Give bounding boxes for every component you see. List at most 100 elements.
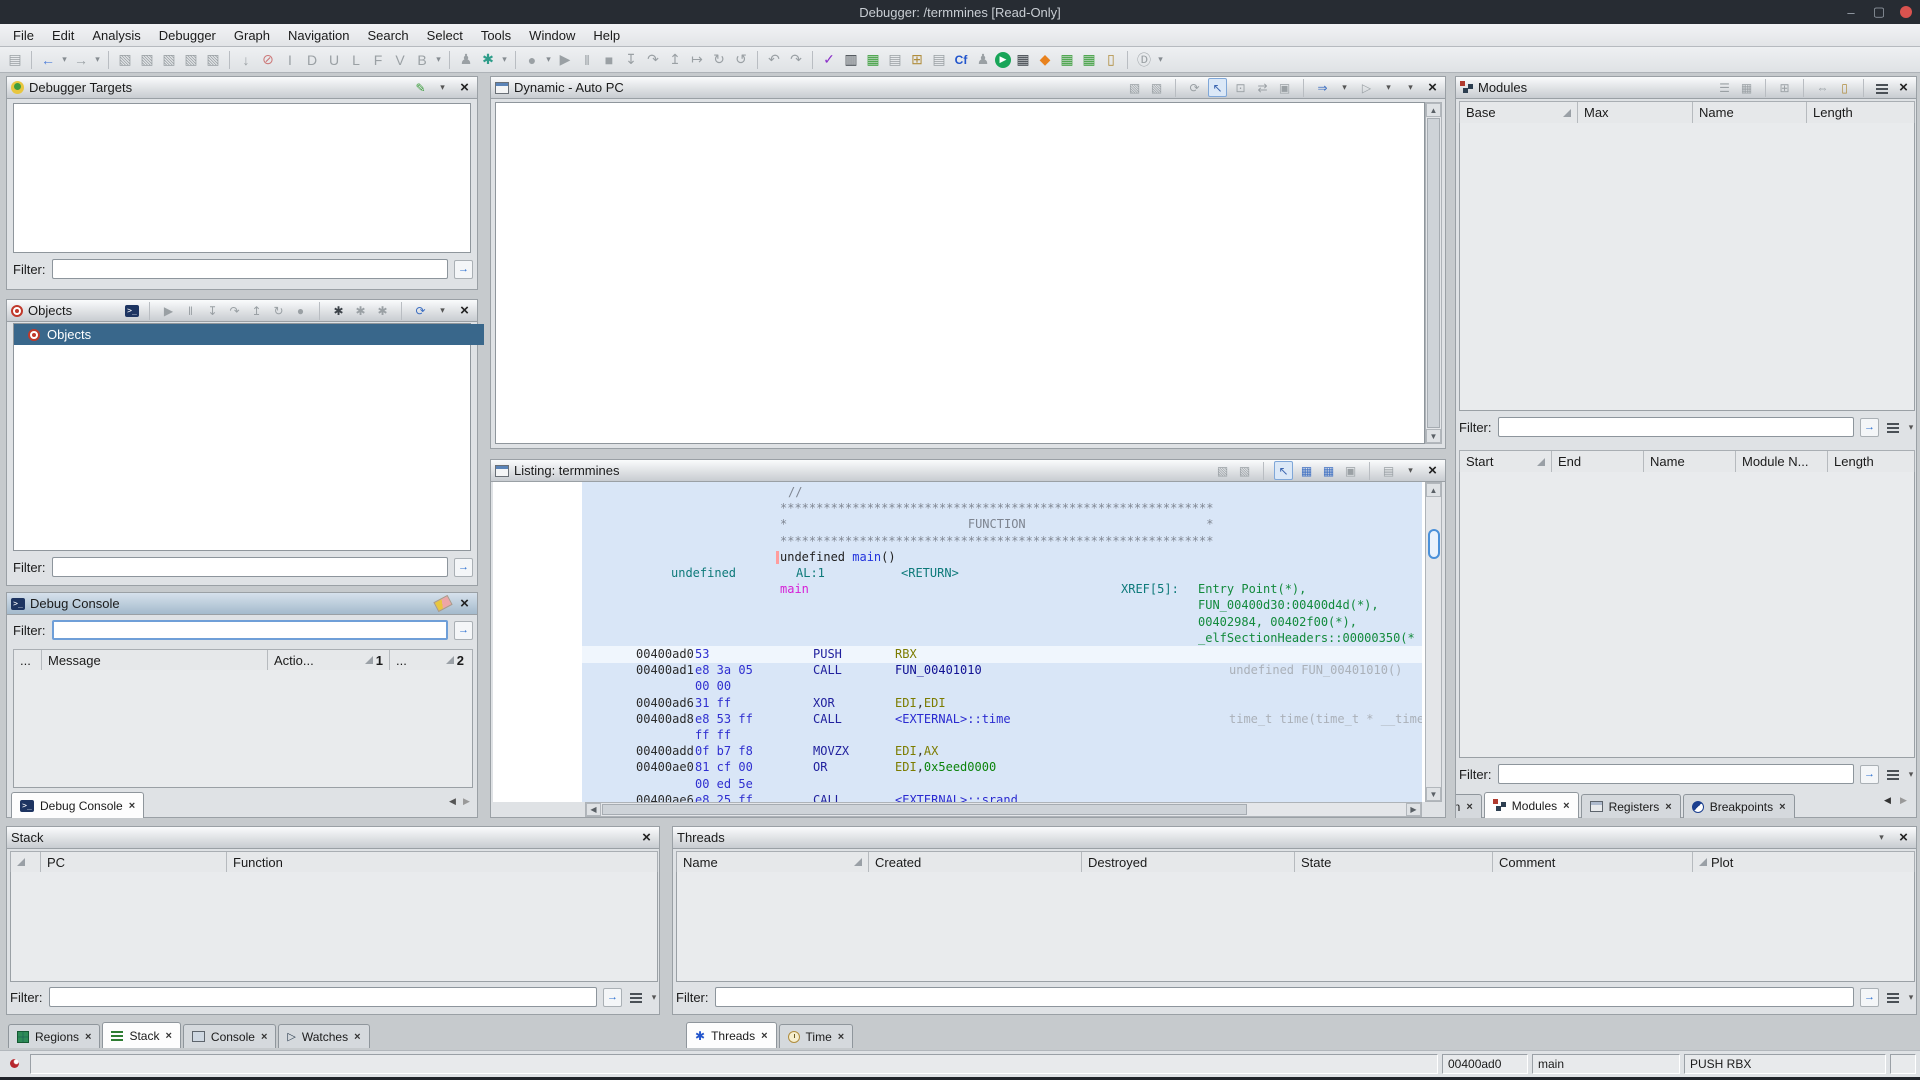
column-header-plot[interactable]: Plot	[1693, 852, 1908, 872]
tab-scroll-right-icon[interactable]: ▶	[463, 796, 470, 807]
column-header-length[interactable]: Length	[1828, 451, 1912, 472]
nav-back-icon[interactable]: ←	[38, 50, 58, 70]
export-table-icon[interactable]: ▦	[1738, 79, 1755, 96]
tab-scroll-left-icon[interactable]: ◀	[1884, 795, 1891, 806]
console-table-body[interactable]	[13, 670, 473, 788]
label-F-icon[interactable]: F	[368, 50, 388, 70]
caret-icon[interactable]: ▾	[93, 50, 102, 70]
close-panel-icon[interactable]	[456, 595, 473, 612]
tab-watches[interactable]: ▷ Watches×	[278, 1024, 369, 1048]
filter-options-icon[interactable]: →	[1860, 418, 1879, 437]
listing-line[interactable]: 00400ad1e8 3a 05CALLFUN_00401010undefine…	[582, 662, 1422, 679]
folder-nav-icon[interactable]: ⊞	[907, 50, 927, 70]
column-header-created[interactable]: Created	[869, 852, 1082, 872]
pull-down-icon[interactable]: ↓	[236, 50, 256, 70]
dynamic-listing-view[interactable]	[495, 102, 1425, 444]
menu-navigation[interactable]: Navigation	[279, 26, 358, 45]
snapshot-icon[interactable]: ▣	[1276, 79, 1293, 96]
d-circle-icon[interactable]: Ⓓ	[1134, 50, 1154, 70]
tab-close-icon[interactable]: ×	[1779, 801, 1785, 813]
compare-icon[interactable]: ⇄	[1254, 79, 1271, 96]
tab-threads[interactable]: ✱ Threads×	[686, 1022, 777, 1048]
copy-special-5-icon[interactable]: ▧	[203, 50, 223, 70]
step-into-icon[interactable]: ↧	[621, 50, 641, 70]
clear-console-icon[interactable]	[433, 595, 452, 612]
copy-special-4-icon[interactable]: ▧	[181, 50, 201, 70]
tab-breakpoints[interactable]: Breakpoints×	[1683, 794, 1795, 818]
format-menu-icon[interactable]	[1402, 462, 1419, 479]
tab-registers[interactable]: Registers×	[1581, 794, 1681, 818]
menu-graph[interactable]: Graph	[225, 26, 279, 45]
menu-select[interactable]: Select	[418, 26, 472, 45]
tab-close-icon[interactable]: ×	[129, 800, 135, 812]
panel-menu-icon[interactable]	[434, 79, 451, 96]
close-panel-icon[interactable]	[1895, 79, 1912, 96]
tab-close-icon[interactable]: ×	[1466, 801, 1472, 813]
column-header-level[interactable]: ...	[14, 650, 42, 670]
targets-filter-input[interactable]	[52, 259, 449, 279]
refresh-icon[interactable]: ⟳	[412, 302, 429, 319]
objects-filter-input[interactable]	[52, 557, 449, 577]
listing-line[interactable]: mainXREF[5]:Entry Point(*),	[582, 581, 1422, 598]
listing-line[interactable]: FUN_00400d30:00400d4d(*),	[582, 597, 1422, 614]
tab-close-icon[interactable]: ×	[85, 1031, 91, 1043]
menu-tools[interactable]: Tools	[472, 26, 520, 45]
step-out-icon[interactable]: ↥	[248, 302, 265, 319]
listing-line[interactable]: _elfSectionHeaders::00000350(*	[582, 630, 1422, 647]
close-panel-icon[interactable]	[456, 302, 473, 319]
settings-sliders-icon[interactable]	[1874, 80, 1890, 96]
table-green-2-icon[interactable]: ▦	[1079, 50, 1099, 70]
table-view-icon[interactable]: ▤	[929, 50, 949, 70]
column-header-destroyed[interactable]: Destroyed	[1082, 852, 1295, 872]
caret-icon[interactable]: ▾	[1156, 50, 1165, 70]
bug-dark-icon[interactable]: ✱	[330, 302, 347, 319]
listing-hscrollbar[interactable]: ◀ ▶	[585, 802, 1422, 817]
cursor-tracking-icon[interactable]: ↖	[1274, 461, 1293, 480]
copy-special-3-icon[interactable]: ▧	[159, 50, 179, 70]
resume-icon[interactable]: ▶	[555, 50, 575, 70]
label-V-icon[interactable]: V	[390, 50, 410, 70]
threads-table-body[interactable]	[676, 872, 1915, 982]
filter-options-icon[interactable]: →	[454, 621, 473, 640]
column-header-function[interactable]: Function	[227, 852, 651, 872]
tab-close-icon[interactable]: ×	[1665, 801, 1671, 813]
sections-filter-input[interactable]	[1498, 764, 1855, 784]
memory-map-icon[interactable]: ▦	[863, 50, 883, 70]
table-green-icon[interactable]: ▦	[1057, 50, 1077, 70]
close-panel-icon[interactable]	[456, 79, 473, 96]
step-out-icon[interactable]: ↥	[665, 50, 685, 70]
tab-regions[interactable]: Regions×	[8, 1024, 100, 1048]
objects-tree[interactable]	[13, 323, 471, 551]
tab-modules[interactable]: Modules×	[1484, 792, 1579, 818]
tab-close-icon[interactable]: ×	[354, 1031, 360, 1043]
listing-vscrollbar[interactable]: ▲ ▼	[1425, 482, 1442, 802]
column-header-comment[interactable]: Comment	[1493, 852, 1693, 872]
listing-line[interactable]: 00400ad8e8 53 ffCALL<EXTERNAL>::timetime…	[582, 711, 1422, 728]
tab-stack[interactable]: Stack×	[102, 1022, 180, 1048]
bug-gray-icon[interactable]: ✱	[352, 302, 369, 319]
tab-debug-console[interactable]: >_ Debug Console×	[11, 792, 144, 818]
map-identically-icon[interactable]: ⇔	[1814, 79, 1831, 96]
column-header-message[interactable]: Message	[42, 650, 268, 670]
clone-icon[interactable]: ▧	[1214, 462, 1231, 479]
listing-line[interactable]: 00400ad053PUSHRBX	[582, 646, 1422, 663]
attach-icon[interactable]: ♟	[456, 50, 476, 70]
panel-menu-icon[interactable]	[434, 302, 451, 319]
panel-menu-icon[interactable]	[1402, 79, 1419, 96]
sections-table-body[interactable]	[1459, 472, 1915, 758]
minimize-button[interactable]: –	[1844, 5, 1858, 20]
save-icon[interactable]: ▤	[5, 50, 25, 70]
threads-filter-input[interactable]	[715, 987, 1855, 1007]
track-pc-icon[interactable]: ⊡	[1232, 79, 1249, 96]
bug-gray2-icon[interactable]: ✱	[374, 302, 391, 319]
label-L-icon[interactable]: L	[346, 50, 366, 70]
run-icon[interactable]: ▷	[1358, 79, 1375, 96]
import-module-icon[interactable]: ▯	[1836, 79, 1853, 96]
close-panel-icon[interactable]	[638, 829, 655, 846]
record-icon[interactable]: ●	[292, 302, 309, 319]
filter-options-icon[interactable]: →	[603, 988, 622, 1007]
column-header-actions[interactable]: Actio...1	[268, 650, 390, 670]
caret-icon[interactable]: ▾	[500, 50, 509, 70]
listing-line[interactable]: 00402984, 00402f00(*),	[582, 614, 1422, 631]
filter-options-icon[interactable]: →	[1860, 765, 1879, 784]
